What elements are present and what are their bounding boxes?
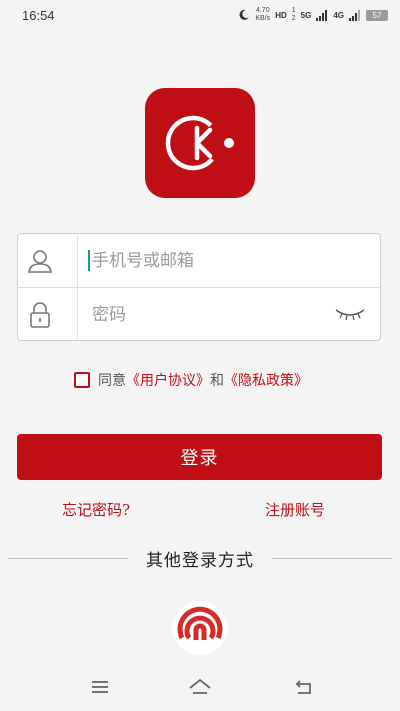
battery-level: 57 <box>366 9 388 21</box>
status-icons: 4.70 KB/s HD 1 2 5G 4G 57 <box>238 7 388 23</box>
other-login-divider: 其他登录方式 <box>0 546 400 571</box>
network-speed-value: 4.70 <box>255 7 270 14</box>
phone-field <box>18 234 380 288</box>
network-5g-label: 5G <box>300 10 312 20</box>
signal-icon <box>316 9 328 21</box>
agreement-and: 和 <box>210 373 224 389</box>
sim-indicator: 1 2 <box>292 7 296 23</box>
login-form <box>17 233 381 341</box>
status-bar: 16:54 4.70 KB/s HD 1 2 5G 4G 57 <box>0 0 400 32</box>
agreement-checkbox[interactable] <box>74 372 90 388</box>
forgot-password-link[interactable]: 忘记密码? <box>62 499 130 520</box>
hd-badge: HD <box>275 10 287 20</box>
agreement-row: 同意 《用户协议》 和 《隐私政策》 <box>74 370 308 390</box>
moon-icon <box>239 9 250 20</box>
password-input[interactable] <box>90 299 334 331</box>
eye-closed-icon[interactable] <box>334 306 366 322</box>
divider-line <box>272 558 392 559</box>
password-field <box>18 288 380 341</box>
register-link[interactable]: 注册账号 <box>265 499 325 520</box>
signal-login-icon[interactable] <box>172 600 228 656</box>
agreement-prefix: 同意 <box>98 373 126 389</box>
status-time: 16:54 <box>22 8 55 23</box>
user-agreement-link[interactable]: 《用户协议》 <box>126 370 210 390</box>
sim1-label: 1 <box>291 7 296 14</box>
user-icon <box>28 250 52 273</box>
app-logo-icon <box>145 88 255 198</box>
back-icon[interactable] <box>292 676 316 698</box>
signal-icon <box>349 9 360 21</box>
phone-email-input[interactable] <box>90 245 334 277</box>
network-4g-label: 4G <box>333 10 344 20</box>
field-divider <box>77 234 78 287</box>
system-nav-bar <box>0 664 400 711</box>
menu-icon[interactable] <box>88 676 112 698</box>
home-icon[interactable] <box>188 676 212 698</box>
field-divider <box>77 288 78 341</box>
login-button[interactable]: 登录 <box>17 434 382 480</box>
network-speed-unit: KB/s <box>255 15 271 22</box>
lock-icon <box>30 302 50 328</box>
network-speed: 4.70 KB/s <box>255 7 270 23</box>
sim2-label: 2 <box>291 15 296 22</box>
privacy-policy-link[interactable]: 《隐私政策》 <box>224 370 308 390</box>
